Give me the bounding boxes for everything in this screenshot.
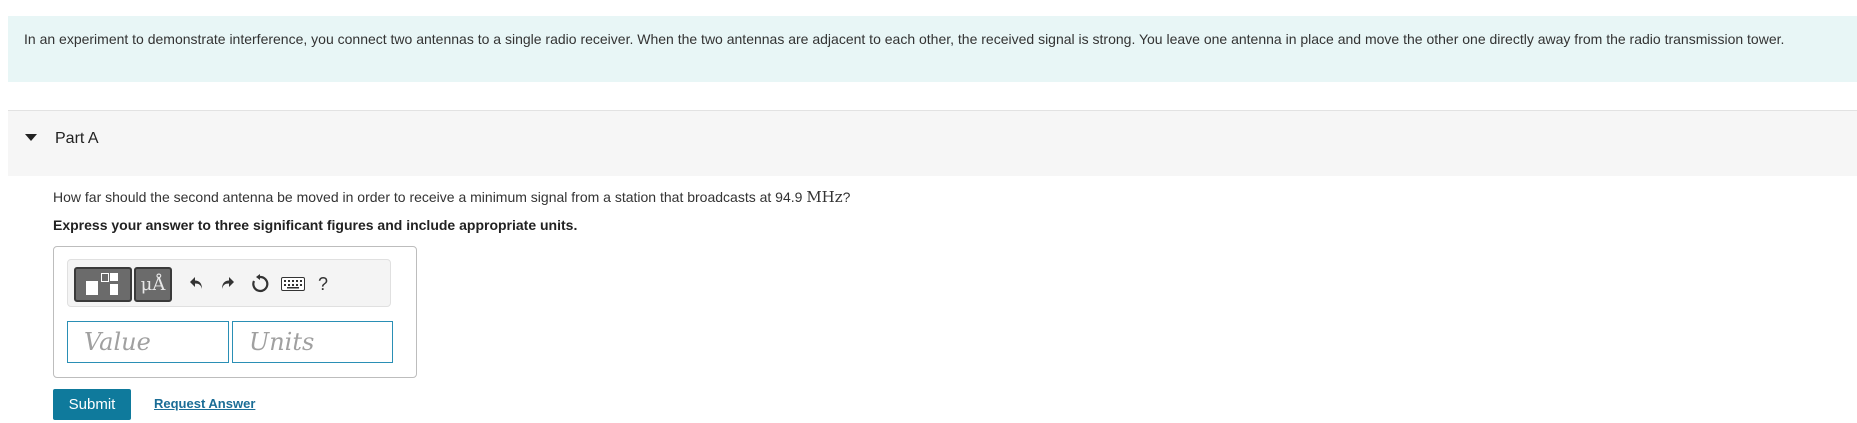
question-unit: MHz <box>806 188 843 206</box>
reset-icon[interactable] <box>249 273 271 295</box>
request-answer-link[interactable]: Request Answer <box>154 396 255 411</box>
submit-button[interactable]: Submit <box>53 389 131 420</box>
templates-button[interactable] <box>74 267 132 302</box>
answer-instruction: Express your answer to three significant… <box>53 217 578 233</box>
units-button[interactable]: μÅ <box>134 267 172 302</box>
question-prefix: How far should the second antenna be mov… <box>53 189 803 205</box>
redo-icon[interactable] <box>216 273 238 295</box>
collapse-caret-icon[interactable] <box>25 134 37 141</box>
problem-intro: In an experiment to demonstrate interfer… <box>8 16 1857 82</box>
help-icon[interactable]: ? <box>312 273 334 295</box>
question-suffix: ? <box>842 189 851 205</box>
part-title: Part A <box>55 130 99 147</box>
intro-text: In an experiment to demonstrate interfer… <box>24 31 1785 47</box>
value-input[interactable]: Value <box>67 321 229 363</box>
undo-icon[interactable] <box>186 273 208 295</box>
units-input[interactable]: Units <box>232 321 393 363</box>
math-toolbar: μÅ ? <box>67 259 391 307</box>
keyboard-icon[interactable] <box>280 273 306 295</box>
units-icon: μÅ <box>140 274 166 295</box>
question-text: How far should the second antenna be mov… <box>53 188 850 206</box>
answer-box: μÅ ? Value Units <box>53 246 417 378</box>
part-a-header[interactable]: Part A <box>8 110 1857 176</box>
